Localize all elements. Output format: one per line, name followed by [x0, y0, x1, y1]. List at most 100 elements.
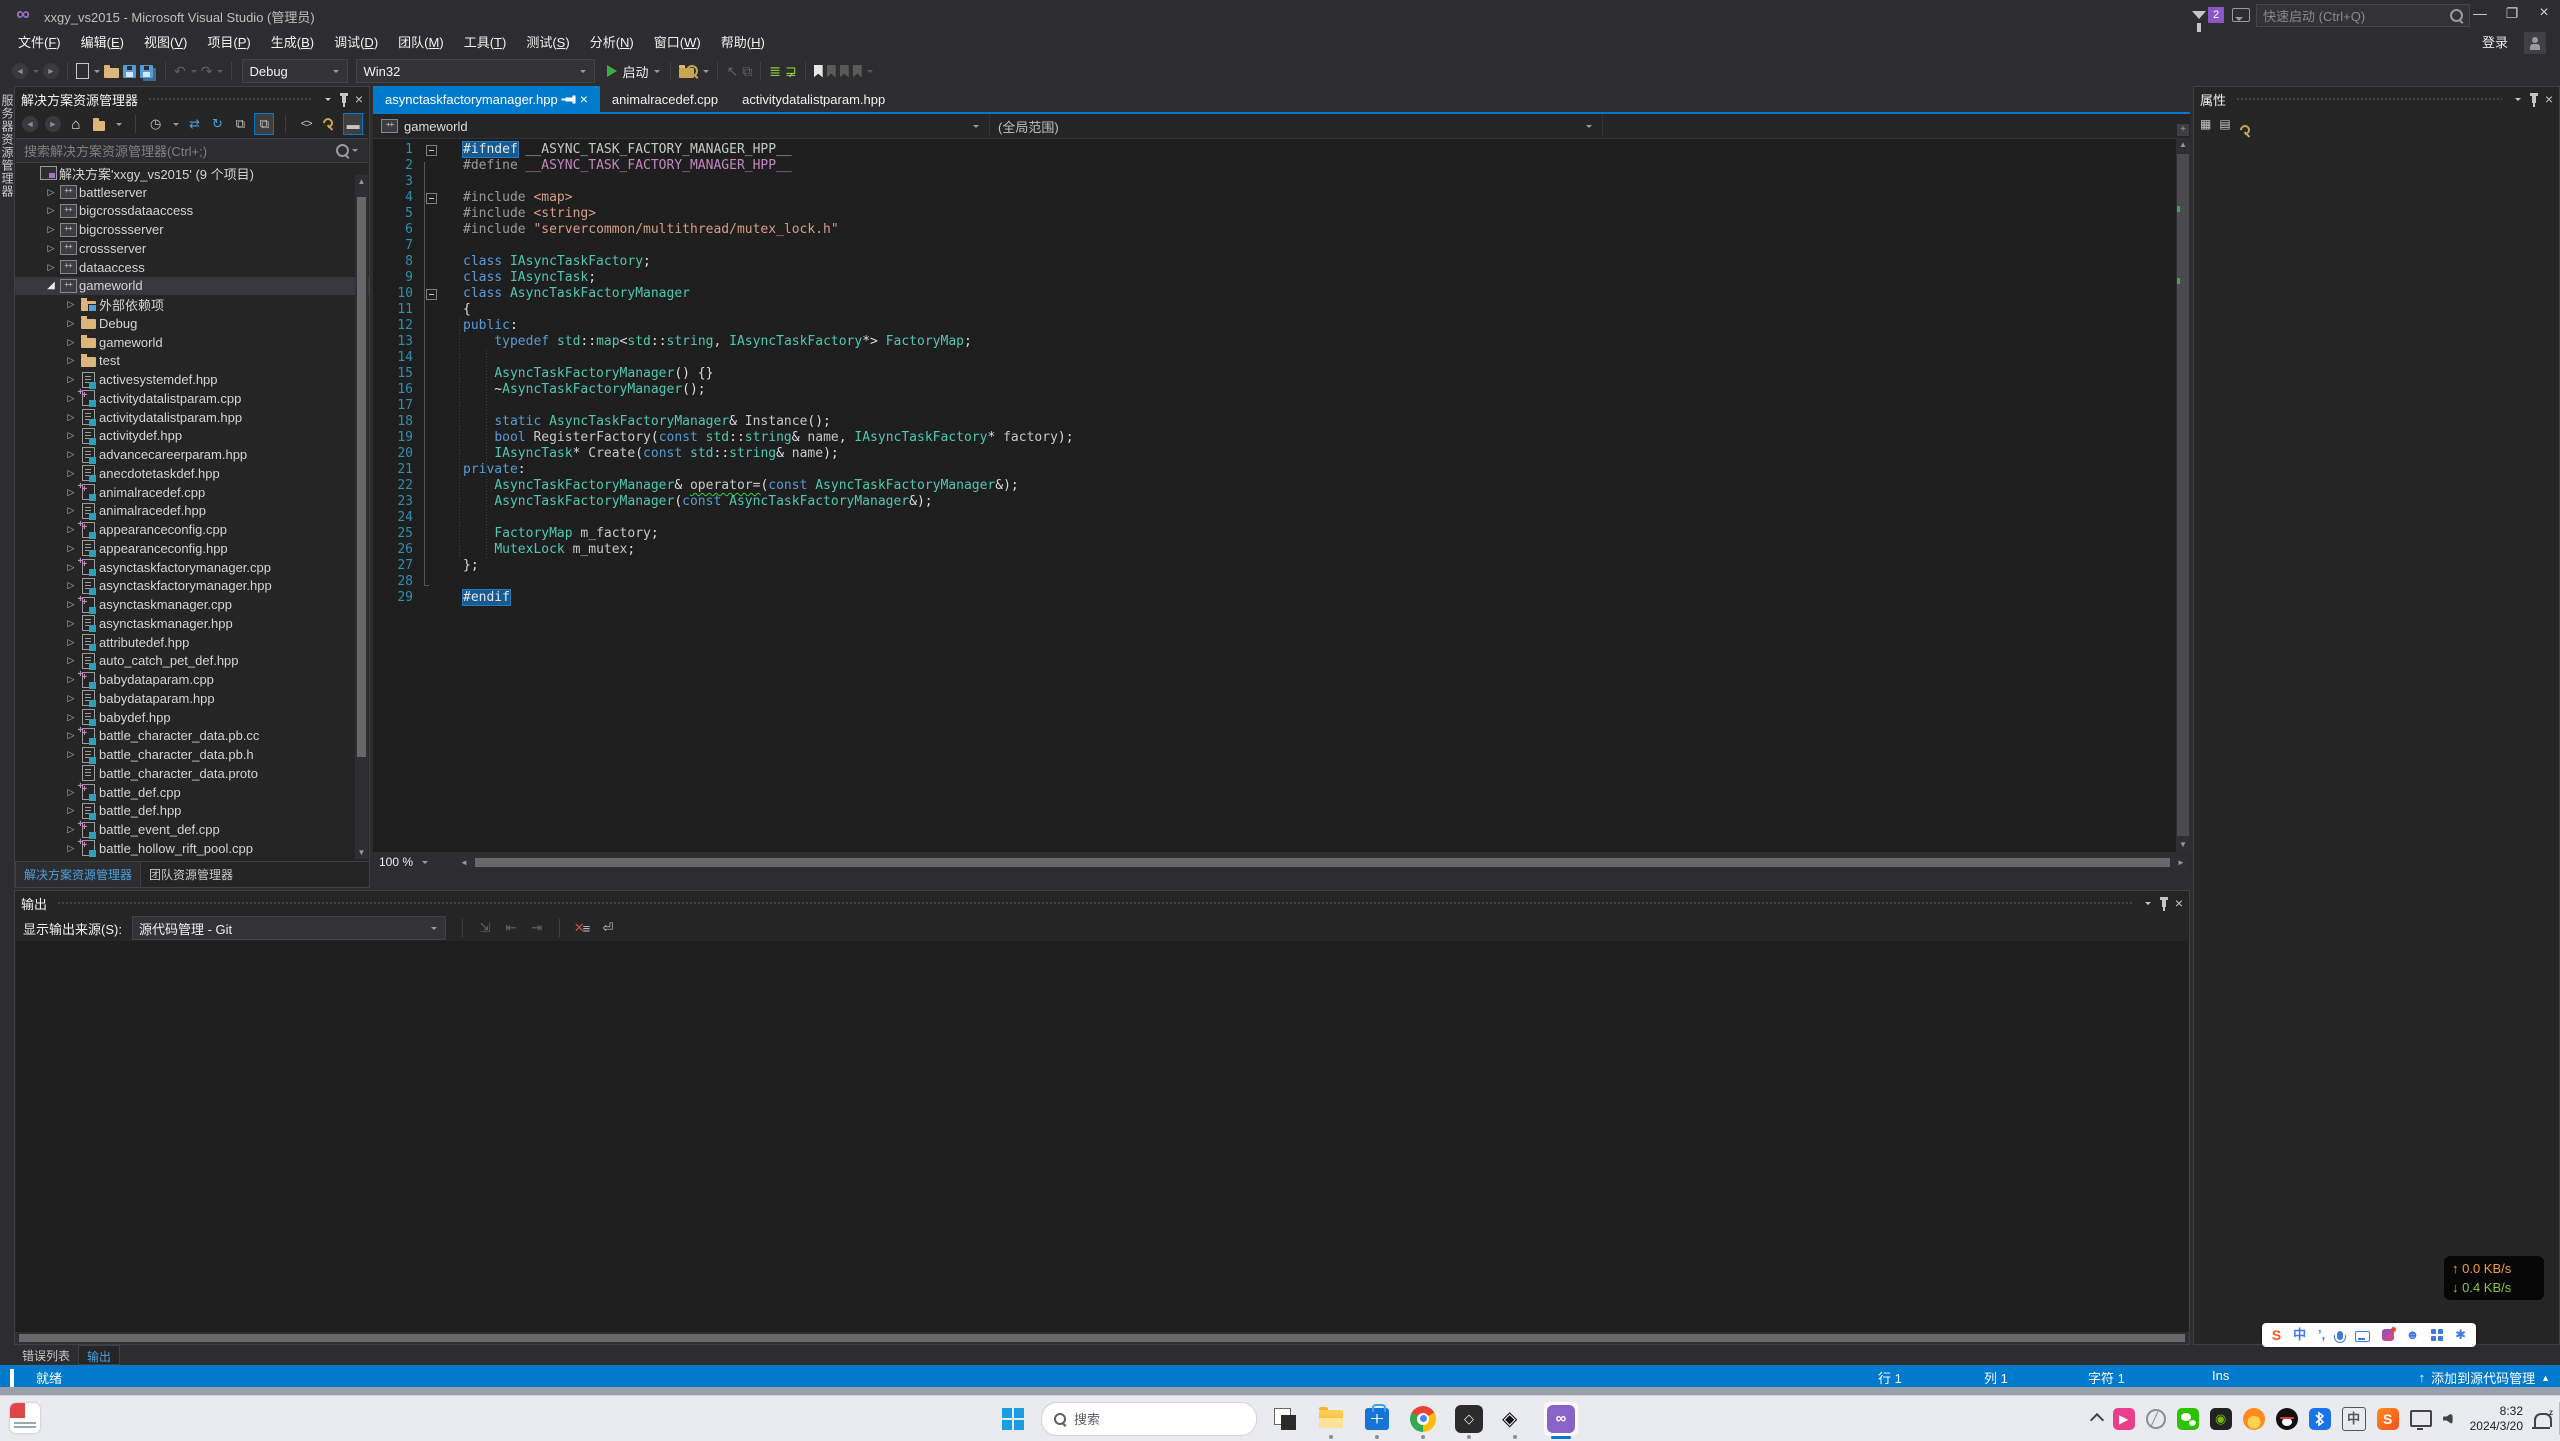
menu-item-T[interactable]: 工具(T): [454, 30, 517, 56]
nav-back-button[interactable]: ◄: [12, 60, 28, 82]
tree-item[interactable]: ▷battleserver: [15, 183, 369, 202]
show-all-files-button[interactable]: ⧉: [254, 113, 274, 135]
tree-expand-arrow-icon[interactable]: ◢: [43, 280, 59, 291]
network-icon[interactable]: [2410, 1410, 2432, 1427]
undo-caret-icon[interactable]: [191, 70, 197, 76]
se-bottom-tab[interactable]: 解决方案资源管理器: [15, 861, 141, 887]
properties-wrench-button[interactable]: [320, 114, 338, 134]
tree-item[interactable]: ▷appearanceconfig.hpp: [15, 539, 369, 558]
pending-changes-filter-button[interactable]: ◷: [147, 114, 165, 134]
save-all-button[interactable]: [140, 60, 153, 82]
solution-explorer-header[interactable]: 解决方案资源管理器 ×: [15, 87, 369, 111]
document-tab[interactable]: activitydatalistparam.hpp: [730, 86, 897, 112]
tree-expand-arrow-icon[interactable]: ▷: [63, 805, 79, 816]
tree-expand-arrow-icon[interactable]: ▷: [63, 749, 79, 760]
start-debug-button[interactable]: 启动: [607, 60, 662, 82]
redo-caret-icon[interactable]: [217, 70, 223, 76]
restore-button[interactable]: ❐: [2496, 0, 2528, 26]
editor-zoom-select[interactable]: 100 %: [373, 853, 455, 871]
output-source-select[interactable]: 源代码管理 - Git: [132, 916, 446, 940]
find-in-files-button[interactable]: [679, 60, 698, 82]
clear-bookmarks-button[interactable]: [853, 60, 862, 82]
nav-forward-button[interactable]: ►: [43, 60, 59, 82]
code-editor-surface[interactable]: 1#ifndef __ASYNC_TASK_FACTORY_MANAGER_HP…: [373, 138, 2176, 852]
tree-expand-arrow-icon[interactable]: ▷: [63, 543, 79, 554]
tree-item[interactable]: ▷animalracedef.cpp: [15, 483, 369, 502]
collapse-caret-icon[interactable]: [116, 123, 122, 129]
document-tab[interactable]: asynctaskfactorymanager.hpp×: [373, 86, 600, 112]
volume-icon[interactable]: [2443, 1413, 2453, 1425]
tree-item[interactable]: ▷auto_catch_pet_def.hpp: [15, 652, 369, 671]
navbar-project-select[interactable]: gameworld: [373, 114, 990, 138]
pin-icon[interactable]: [342, 96, 346, 103]
taskbar-corner-widget-icon[interactable]: [10, 1403, 40, 1433]
tree-expand-arrow-icon[interactable]: ▷: [43, 205, 59, 216]
save-button[interactable]: [123, 60, 136, 82]
tree-expand-arrow-icon[interactable]: ▷: [63, 449, 79, 460]
menu-item-F[interactable]: 文件(F): [8, 30, 71, 56]
refresh-icon[interactable]: ↻: [209, 114, 227, 134]
microphone-icon[interactable]: [2337, 1331, 2343, 1340]
tree-item[interactable]: ▷gameworld: [15, 333, 369, 352]
menu-item-D[interactable]: 调试(D): [324, 30, 388, 56]
tree-expand-arrow-icon[interactable]: ▷: [63, 355, 79, 366]
find-message-icon[interactable]: ⇲: [475, 919, 495, 937]
view-code-button[interactable]: <>: [297, 114, 315, 134]
skin-icon[interactable]: [2382, 1329, 2394, 1341]
tree-expand-arrow-icon[interactable]: ▷: [63, 637, 79, 648]
tree-item[interactable]: ▷crossserver: [15, 239, 369, 258]
tree-item[interactable]: ▷Debug: [15, 314, 369, 333]
uncomment-lines-button[interactable]: ⋥: [785, 60, 797, 82]
minimize-button[interactable]: —: [2464, 0, 2496, 26]
menu-item-H[interactable]: 帮助(H): [711, 30, 775, 56]
sync-active-document-button[interactable]: ⇄: [186, 114, 204, 134]
menu-item-W[interactable]: 窗口(W): [644, 30, 711, 56]
tree-expand-arrow-icon[interactable]: ▷: [43, 187, 59, 198]
new-file-button[interactable]: [76, 60, 89, 82]
tree-item[interactable]: ▷asynctaskfactorymanager.cpp: [15, 558, 369, 577]
nested-docs-button[interactable]: ⧉: [231, 114, 249, 134]
document-tab[interactable]: animalracedef.cpp: [600, 86, 730, 112]
solution-tree-scrollbar[interactable]: ▲▼: [355, 175, 368, 859]
tree-expand-arrow-icon[interactable]: ▷: [63, 505, 79, 516]
se-forward-button[interactable]: ►: [44, 114, 62, 134]
pin-icon[interactable]: [2162, 900, 2166, 907]
unity-hub-icon[interactable]: ◇: [1451, 1401, 1487, 1437]
fold-collapse-icon[interactable]: [426, 193, 437, 204]
sogou-logo-icon[interactable]: S: [2272, 1325, 2281, 1345]
notifications-button[interactable]: 2: [2192, 5, 2224, 25]
close-panel-icon[interactable]: ×: [2545, 93, 2553, 105]
tree-item[interactable]: ▷activitydef.hpp: [15, 427, 369, 446]
task-view-icon[interactable]: [1267, 1401, 1303, 1437]
categorized-view-icon[interactable]: ▦: [2200, 117, 2211, 131]
output-content[interactable]: [16, 941, 2188, 1332]
tree-expand-arrow-icon[interactable]: ▷: [63, 693, 79, 704]
tree-expand-arrow-icon[interactable]: ▷: [63, 430, 79, 441]
sogou-icon[interactable]: S: [2377, 1408, 2399, 1430]
tree-expand-arrow-icon[interactable]: ▷: [63, 337, 79, 348]
chrome-icon[interactable]: [1405, 1401, 1441, 1437]
tree-expand-arrow-icon[interactable]: ▷: [63, 655, 79, 666]
panel-tab[interactable]: 输出: [78, 1345, 120, 1365]
tree-item[interactable]: battle_character_data.proto: [15, 764, 369, 783]
se-bottom-tab[interactable]: 团队资源管理器: [141, 862, 241, 887]
next-bookmark-button[interactable]: [840, 60, 849, 82]
notification-bell-icon[interactable]: [2534, 1413, 2552, 1427]
copy-ref-button[interactable]: ⧉: [742, 60, 752, 82]
tree-item[interactable]: ▷activitydatalistparam.hpp: [15, 408, 369, 427]
avatar[interactable]: [2524, 32, 2546, 54]
properties-position-caret-icon[interactable]: [2515, 98, 2521, 104]
se-back-button[interactable]: ◄: [21, 114, 39, 134]
output-position-caret-icon[interactable]: [2145, 902, 2151, 908]
solution-platform-select[interactable]: Win32: [356, 59, 595, 83]
tree-expand-arrow-icon[interactable]: ▷: [63, 468, 79, 479]
file-explorer-icon[interactable]: [1313, 1401, 1349, 1437]
redo-button[interactable]: ↷: [201, 60, 213, 82]
editor-vertical-scrollbar[interactable]: ▲ ▼: [2176, 138, 2190, 852]
editor-split-grip[interactable]: +: [2177, 124, 2189, 136]
taskbar-clock[interactable]: 8:322024/3/20: [2470, 1404, 2523, 1434]
tree-item[interactable]: ◢gameworld: [15, 277, 369, 296]
tree-item[interactable]: ▷activesystemdef.hpp: [15, 370, 369, 389]
tree-expand-arrow-icon[interactable]: ▷: [43, 262, 59, 273]
tree-expand-arrow-icon[interactable]: ▷: [63, 712, 79, 723]
